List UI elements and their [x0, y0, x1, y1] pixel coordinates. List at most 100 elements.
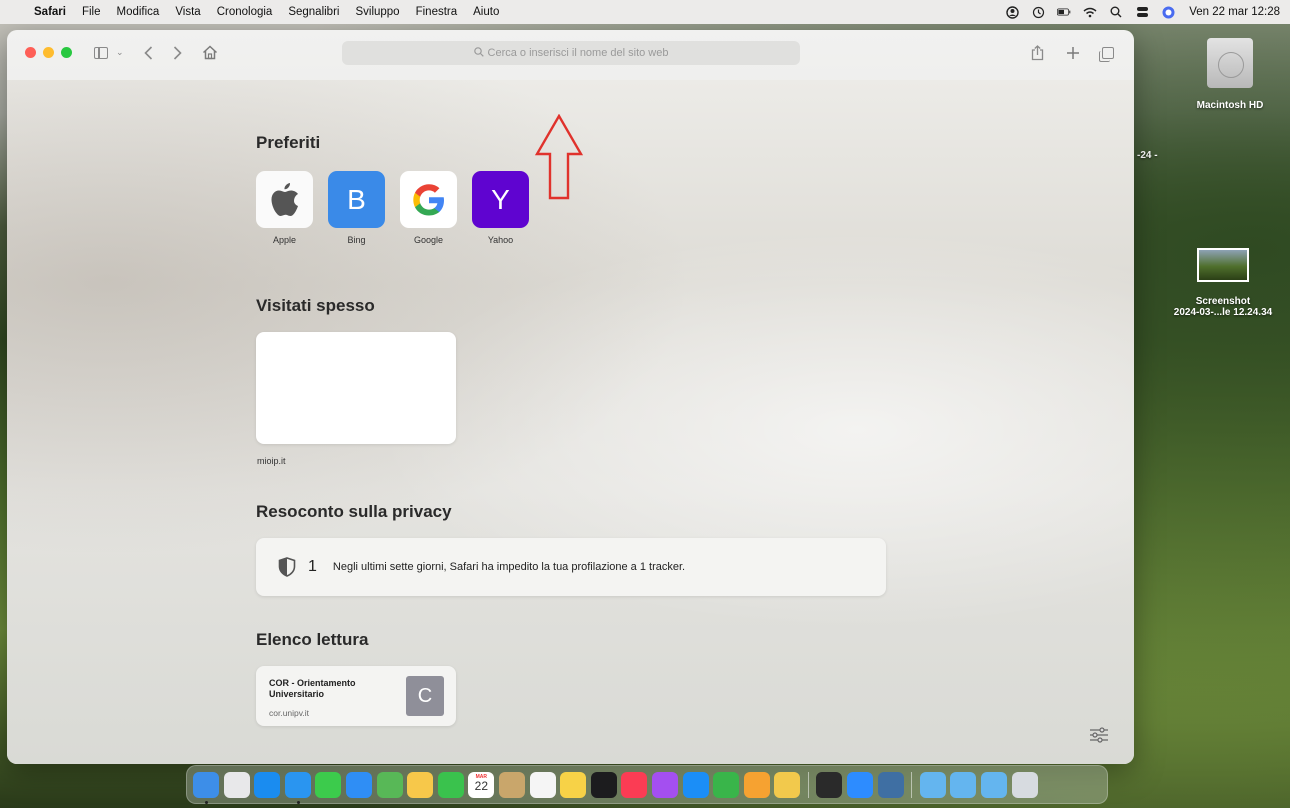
dock-music-icon[interactable] — [621, 771, 648, 798]
safari-window: ⌄ Cerca o inserisci il nome del sito web — [7, 30, 1134, 764]
hard-drive-icon — [1207, 38, 1253, 88]
dock-trash-icon[interactable] — [1011, 771, 1038, 798]
privacy-summary-text: Negli ultimi sette giorni, Safari ha imp… — [332, 561, 686, 573]
address-placeholder: Cerca o inserisci il nome del sito web — [487, 47, 669, 59]
favorite-bing[interactable]: B Bing — [328, 171, 385, 245]
siri-icon[interactable] — [1161, 6, 1175, 18]
customize-start-page-icon[interactable] — [1089, 727, 1109, 748]
dock: MAR 22 — [186, 765, 1108, 804]
control-center-icon[interactable] — [1135, 6, 1149, 18]
dock-notes-icon[interactable] — [560, 771, 587, 798]
favorite-apple[interactable]: Apple — [256, 171, 313, 245]
dock-app-store-icon[interactable] — [254, 771, 281, 798]
menu-segnalibri[interactable]: Segnalibri — [280, 6, 347, 18]
dock-messages-icon[interactable] — [315, 771, 342, 798]
favorite-label: Google — [413, 235, 444, 245]
menu-bar: Safari File Modifica Vista Cronologia Se… — [0, 0, 1290, 24]
desktop-item-label: Screenshot — [1195, 296, 1251, 307]
menu-file[interactable]: File — [74, 6, 109, 18]
favorites-heading: Preferiti — [256, 133, 321, 152]
dock-calendar-icon[interactable]: MAR 22 — [468, 771, 495, 798]
dock-keynote-icon[interactable] — [682, 771, 709, 798]
menu-app-safari[interactable]: Safari — [26, 6, 74, 18]
dock-podcasts-icon[interactable] — [651, 771, 678, 798]
toolbar-right-group — [1031, 30, 1114, 75]
screenshot-thumbnail — [1197, 248, 1249, 282]
back-icon[interactable] — [143, 45, 153, 60]
bing-letter-icon: B — [328, 171, 385, 228]
yahoo-letter-icon: Y — [472, 171, 529, 228]
battery-icon[interactable] — [1057, 6, 1071, 18]
dock-maps-icon[interactable] — [376, 771, 403, 798]
dock-numbers-icon[interactable] — [713, 771, 740, 798]
dock-applications-folder-icon[interactable] — [919, 771, 946, 798]
apple-logo-icon — [256, 171, 313, 228]
menu-cronologia[interactable]: Cronologia — [209, 6, 281, 18]
new-tab-plus-icon[interactable] — [1066, 46, 1080, 60]
share-icon[interactable] — [1031, 44, 1044, 61]
dock-photos-icon[interactable] — [407, 771, 434, 798]
google-logo-icon — [400, 171, 457, 228]
reading-item-title: COR - Orientamento Universitario — [269, 678, 356, 699]
favorite-google[interactable]: Google — [400, 171, 457, 245]
frequently-visited-card[interactable] — [256, 332, 456, 444]
dock-downloads-folder-icon[interactable] — [981, 771, 1008, 798]
dock-finder-icon[interactable] — [193, 771, 219, 804]
dock-terminal-icon[interactable] — [816, 771, 843, 798]
favorite-yahoo[interactable]: Y Yahoo — [472, 171, 529, 245]
favorite-label: Bing — [347, 235, 366, 245]
reading-list-item[interactable]: COR - Orientamento Universitario cor.uni… — [256, 666, 456, 726]
running-indicator — [205, 800, 208, 804]
address-search-field[interactable]: Cerca o inserisci il nome del sito web — [342, 41, 800, 65]
dock-facetime-icon[interactable] — [437, 771, 464, 798]
dock-pages-icon[interactable] — [743, 771, 770, 798]
dock-mail-icon[interactable] — [345, 771, 372, 798]
dock-launchpad-icon[interactable] — [223, 771, 250, 798]
user-icon[interactable] — [1005, 5, 1019, 19]
dock-reminders-icon[interactable] — [529, 771, 556, 798]
dock-preview-icon[interactable] — [774, 771, 801, 798]
window-controls — [25, 47, 72, 58]
chevron-down-icon[interactable]: ⌄ — [116, 47, 124, 58]
privacy-report-heading: Resoconto sulla privacy — [256, 502, 452, 521]
minimize-window-button[interactable] — [43, 47, 54, 58]
dock-safari-icon[interactable] — [284, 771, 311, 804]
frequently-visited-heading: Visitati spesso — [256, 296, 375, 315]
tab-overview-icon[interactable] — [1099, 46, 1114, 62]
dock-separator — [911, 771, 913, 798]
zoom-window-button[interactable] — [61, 47, 72, 58]
wifi-icon[interactable] — [1083, 6, 1097, 18]
dock-separator — [807, 771, 809, 798]
home-icon[interactable] — [202, 45, 218, 60]
close-window-button[interactable] — [25, 47, 36, 58]
favorite-label: Apple — [272, 235, 297, 245]
reading-item-thumbnail: C — [406, 676, 444, 716]
dock-contacts-icon[interactable] — [498, 771, 525, 798]
favorites-grid: Apple B Bing Google Y Yahoo — [256, 171, 529, 245]
tracker-count: 1 — [308, 558, 317, 575]
menu-finestra[interactable]: Finestra — [408, 6, 466, 18]
desktop-item-label-line2: 2024-03-...le 12.24.34 — [1173, 307, 1273, 318]
menu-modifica[interactable]: Modifica — [109, 6, 168, 18]
menu-sviluppo[interactable]: Sviluppo — [347, 6, 407, 18]
desktop-macintosh-hd[interactable]: Macintosh HD — [1180, 38, 1280, 111]
reading-list-heading: Elenco lettura — [256, 630, 369, 649]
menubar-clock[interactable]: Ven 22 mar 12:28 — [1189, 6, 1280, 18]
spotlight-search-icon[interactable] — [1109, 6, 1123, 18]
desktop-item-label: Macintosh HD — [1196, 100, 1264, 111]
desktop-screenshot-file[interactable]: Screenshot 2024-03-...le 12.24.34 — [1160, 248, 1286, 318]
forward-icon[interactable] — [173, 45, 182, 60]
dock-screen-sharing-icon[interactable] — [877, 771, 904, 798]
dock-zoom-icon[interactable] — [847, 771, 874, 798]
time-machine-icon[interactable] — [1031, 6, 1045, 18]
annotation-arrow-icon — [534, 114, 584, 200]
safari-toolbar: ⌄ Cerca o inserisci il nome del sito web — [7, 30, 1134, 75]
dock-documents-folder-icon[interactable] — [950, 771, 977, 798]
shield-icon — [278, 557, 296, 577]
dock-tv-icon[interactable] — [590, 771, 617, 798]
privacy-report-card[interactable]: 1 Negli ultimi sette giorni, Safari ha i… — [256, 538, 886, 596]
sidebar-icon[interactable] — [94, 46, 108, 59]
menu-vista[interactable]: Vista — [167, 6, 208, 18]
calendar-day: 22 — [474, 778, 489, 793]
menu-aiuto[interactable]: Aiuto — [465, 6, 507, 18]
